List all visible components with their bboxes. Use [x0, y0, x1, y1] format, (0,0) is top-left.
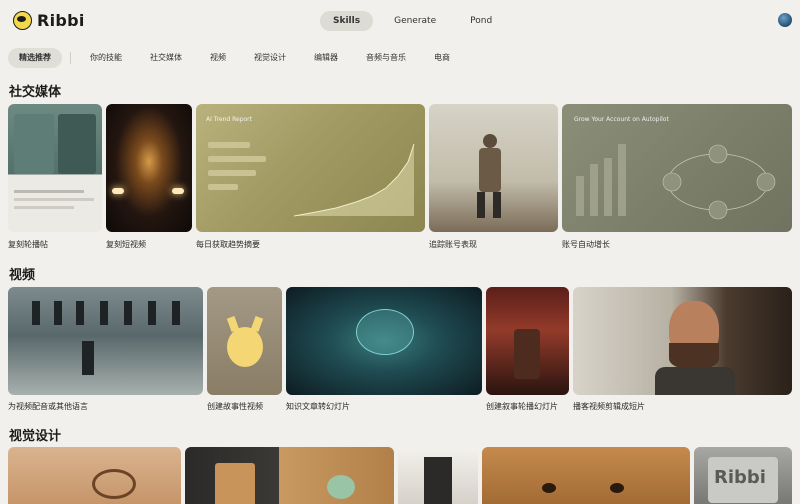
- card-label: 播客视频剪辑成短片: [573, 402, 645, 411]
- card-thumbnail: [486, 287, 569, 395]
- skill-card-narrative-carousel[interactable]: 创建叙事轮播幻灯片: [486, 287, 569, 413]
- skill-card-article-to-slides[interactable]: 知识文章转幻灯片: [286, 287, 482, 413]
- skill-card-story-video[interactable]: 创建故事性视频: [207, 287, 282, 413]
- growth-diagram-graphic: [576, 144, 776, 220]
- skill-card-visual-5[interactable]: Ribbi: [694, 447, 792, 504]
- user-avatar[interactable]: [778, 13, 792, 27]
- trend-chart-graphic: [208, 142, 415, 217]
- card-thumbnail: [429, 104, 558, 232]
- chip-editor[interactable]: 编辑器: [303, 48, 349, 68]
- skill-card-visual-4[interactable]: [482, 447, 690, 504]
- section-title-social: 社交媒体: [9, 85, 62, 100]
- top-nav-tabs: Skills Generate Pond: [320, 11, 513, 31]
- skill-card-daily-trend-summary[interactable]: AI Trend Report 每日获取趋势摘要: [196, 104, 425, 252]
- card-thumbnail: [286, 287, 482, 395]
- card-thumbnail: [106, 104, 192, 232]
- skill-card-replicate-carousel[interactable]: 复刻轮播帖: [8, 104, 102, 252]
- skill-card-visual-1[interactable]: [8, 447, 181, 504]
- card-label: 复刻轮播帖: [8, 240, 48, 249]
- card-thumbnail: [482, 447, 690, 504]
- card-label: 账号自动增长: [562, 240, 610, 249]
- tab-skills[interactable]: Skills: [320, 11, 374, 31]
- card-thumbnail: [185, 447, 394, 504]
- card-label: 知识文章转幻灯片: [286, 402, 350, 411]
- chip-audio-music[interactable]: 音频与音乐: [355, 48, 417, 68]
- card-label: 每日获取趋势摘要: [196, 240, 260, 249]
- section-title-video: 视频: [9, 268, 36, 283]
- brand-logo[interactable]: Ribbi: [13, 11, 85, 30]
- skill-card-replicate-short-video[interactable]: 复刻短视频: [106, 104, 192, 252]
- chip-your-skills[interactable]: 你的技能: [79, 48, 133, 68]
- top-header: Ribbi Skills Generate Pond: [0, 0, 800, 42]
- card-thumbnail: Grow Your Account on Autopilot: [562, 104, 792, 232]
- tab-generate[interactable]: Generate: [381, 11, 449, 31]
- chip-visual-design[interactable]: 视觉设计: [243, 48, 297, 68]
- card-thumbnail: Ribbi: [694, 447, 792, 504]
- ribbi-embossed-logo: Ribbi: [714, 467, 766, 488]
- card-thumbnail: AI Trend Report: [196, 104, 425, 232]
- skill-card-visual-2[interactable]: [185, 447, 394, 504]
- skill-card-auto-grow-account[interactable]: Grow Your Account on Autopilot 账号自动增长: [562, 104, 792, 252]
- chip-social-media[interactable]: 社交媒体: [139, 48, 193, 68]
- card-label: 创建叙事轮播幻灯片: [486, 402, 558, 411]
- chip-ecommerce[interactable]: 电商: [423, 48, 461, 68]
- card-label: 创建故事性视频: [207, 402, 263, 411]
- chip-video[interactable]: 视频: [199, 48, 237, 68]
- frog-logo-icon: [13, 11, 32, 30]
- card-thumbnail: [207, 287, 282, 395]
- card-thumbnail: [398, 447, 478, 504]
- card-label: 为视频配音或其他语言: [8, 402, 88, 411]
- section-title-visual-design: 视觉设计: [9, 429, 62, 444]
- skill-card-track-account[interactable]: 追踪账号表现: [429, 104, 558, 252]
- skill-card-visual-3[interactable]: [398, 447, 478, 504]
- card-label: 追踪账号表现: [429, 240, 477, 249]
- chip-divider: [70, 52, 71, 64]
- skill-card-podcast-to-shorts[interactable]: 播客视频剪辑成短片: [573, 287, 792, 413]
- card-thumbnail: [573, 287, 792, 395]
- skill-card-dub-video[interactable]: 为视频配音或其他语言: [8, 287, 203, 413]
- card-thumbnail: [8, 287, 203, 395]
- tab-pond[interactable]: Pond: [457, 11, 505, 31]
- chip-featured[interactable]: 精选推荐: [8, 48, 62, 68]
- category-filter-bar: 精选推荐 你的技能 社交媒体 视频 视觉设计 编辑器 音频与音乐 电商: [8, 48, 467, 68]
- card-label: 复刻短视频: [106, 240, 146, 249]
- card-thumbnail: [8, 104, 102, 232]
- brand-name: Ribbi: [37, 11, 85, 30]
- card-thumbnail: [8, 447, 181, 504]
